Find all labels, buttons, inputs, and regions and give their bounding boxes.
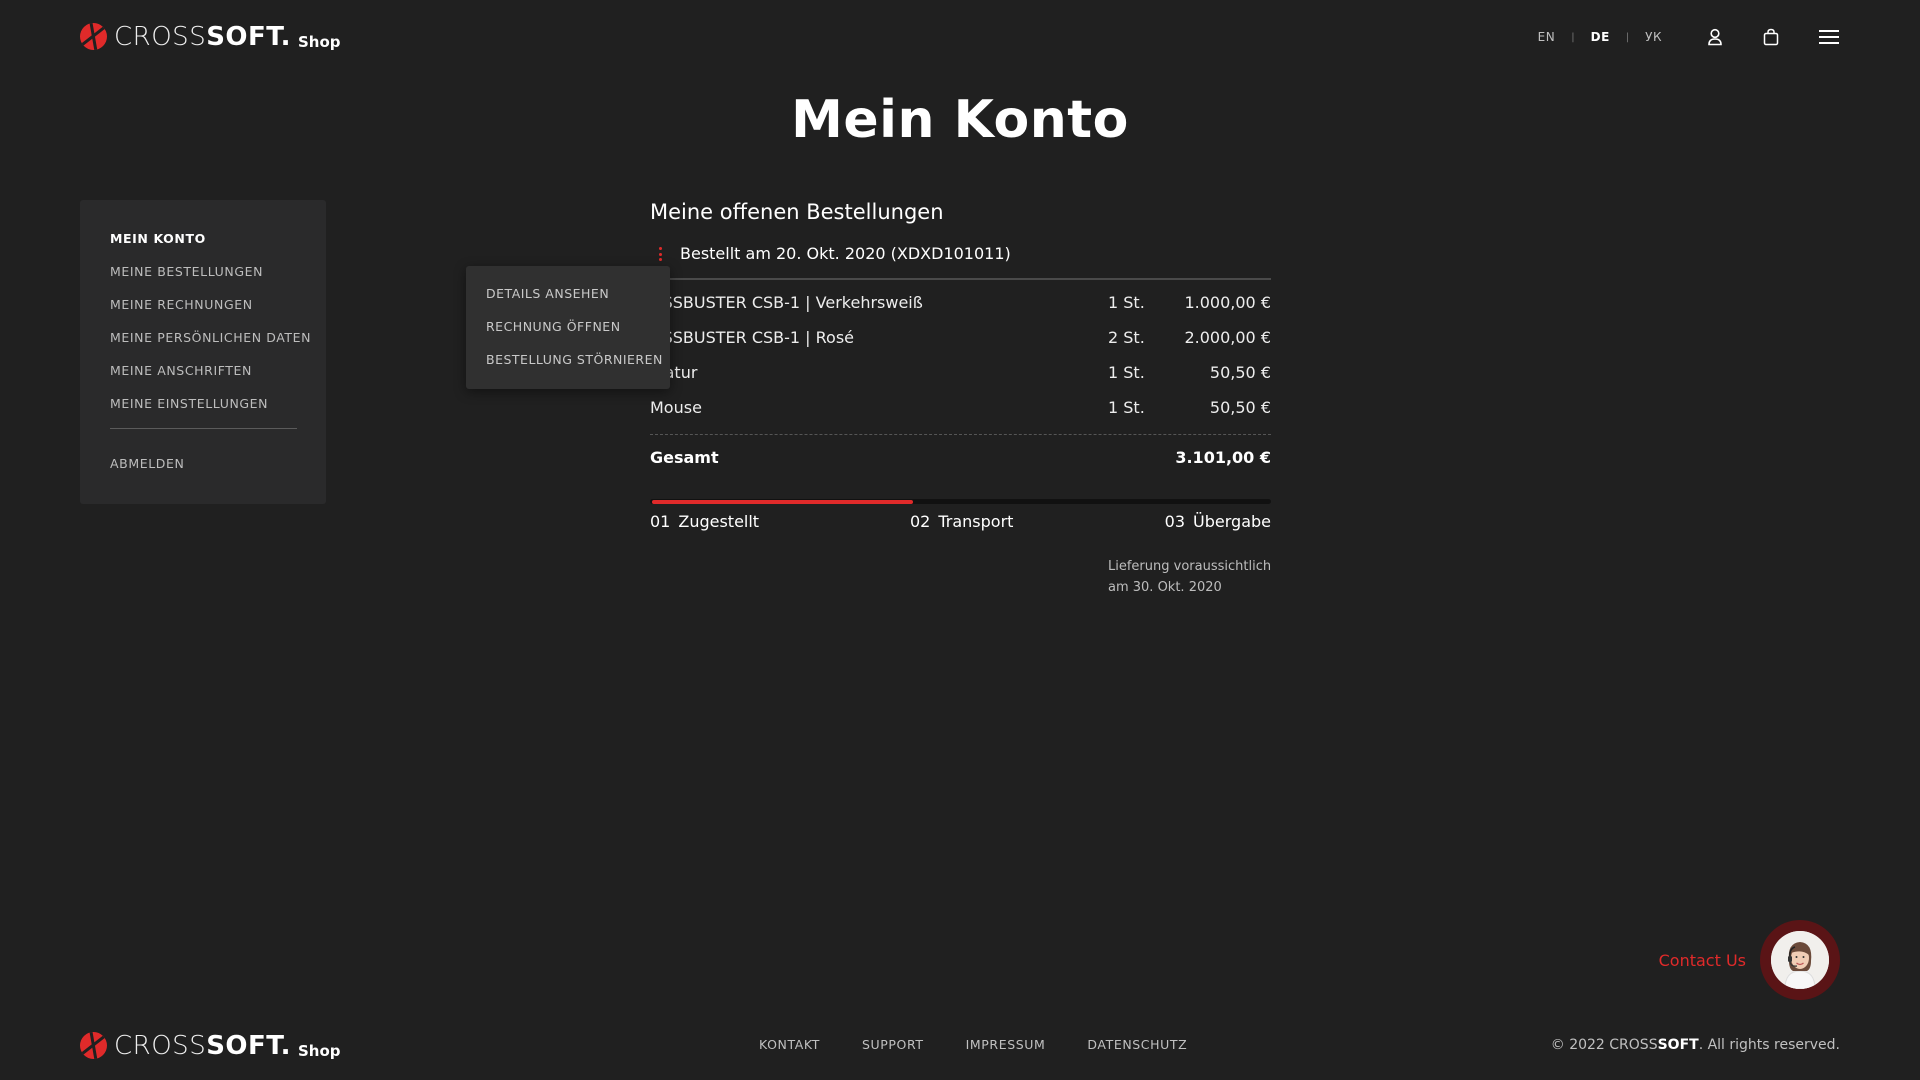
sidebar-item-bestellungen[interactable]: MEINE BESTELLUNGEN <box>110 263 296 296</box>
kebab-menu-icon[interactable] <box>658 247 662 261</box>
footer-links: KONTAKT SUPPORT IMPRESSUM DATENSCHUTZ <box>759 1037 1229 1052</box>
line-price: 50,50 € <box>1209 398 1271 417</box>
lang-en[interactable]: EN <box>1538 30 1556 44</box>
step-label: Zugestellt <box>678 512 760 531</box>
order-total: Gesamt 3.101,00 € <box>650 435 1271 475</box>
support-avatar-button[interactable] <box>1760 920 1840 1000</box>
footer-brand-logo[interactable]: CROSSSOFT. Shop <box>80 1027 341 1063</box>
step-number: 03 <box>1164 512 1186 531</box>
order-line: statur 1 St. 50,50 € <box>650 350 1271 385</box>
line-price: 2.000,00 € <box>1184 328 1271 347</box>
support-agent-avatar <box>1771 931 1829 989</box>
line-price: 50,50 € <box>1209 363 1271 382</box>
footer-link-impressum[interactable]: IMPRESSUM <box>966 1037 1046 1052</box>
order-header: Bestellt am 20. Okt. 2020 (XDXD101011) <box>650 244 1271 280</box>
brand-wordmark-light: CROSS <box>114 22 207 52</box>
brand-subtitle: Shop <box>297 33 341 51</box>
line-name: OSSBUSTER CSB-1 | Verkehrsweiß <box>650 293 923 312</box>
shopping-bag-icon[interactable] <box>1760 26 1782 48</box>
line-qty: 2 St. <box>1108 328 1145 347</box>
order-line: Mouse 1 St. 50,50 € <box>650 385 1271 420</box>
sidebar-item-einstellungen[interactable]: MEINE EINSTELLUNGEN <box>110 395 296 428</box>
step-label: Transport <box>938 512 1014 531</box>
page-title: Mein Konto <box>791 90 1129 150</box>
brand-wordmark: CROSSSOFT. <box>114 1029 291 1063</box>
delivery-progress-bar <box>650 499 1271 504</box>
brand-ball-icon <box>80 23 107 50</box>
sidebar-item-rechnungen[interactable]: MEINE RECHNUNGEN <box>110 296 296 329</box>
brand-subtitle: Shop <box>297 1042 341 1060</box>
step-uebergabe: 03 Übergabe <box>1165 512 1271 531</box>
step-zugestellt: 01 Zugestellt <box>650 512 759 531</box>
lang-de[interactable]: DE <box>1591 30 1610 44</box>
footer-link-support[interactable]: SUPPORT <box>862 1037 924 1052</box>
menu-item-cancel-order[interactable]: BESTELLUNG STÖRNIEREN <box>486 351 662 384</box>
brand-wordmark-light: CROSS <box>114 1031 207 1061</box>
logout-link[interactable]: ABMELDEN <box>110 456 296 471</box>
brand-wordmark-bold: SOFT. <box>206 22 291 52</box>
brand-logo[interactable]: CROSSSOFT. Shop <box>80 18 341 54</box>
step-number: 01 <box>650 512 671 531</box>
total-label: Gesamt <box>650 448 719 467</box>
delivery-progress-fill <box>652 500 913 504</box>
menu-item-details[interactable]: DETAILS ANSEHEN <box>486 285 650 318</box>
line-name: OSSBUSTER CSB-1 | Rosé <box>650 328 855 347</box>
brand-ball-icon <box>80 1032 107 1059</box>
header-actions: EN | DE | УК <box>1538 22 1840 52</box>
step-number: 02 <box>910 512 931 531</box>
line-price: 1.000,00 € <box>1184 293 1271 312</box>
footer-link-kontakt[interactable]: KONTAKT <box>759 1037 820 1052</box>
lang-separator: | <box>1625 31 1630 43</box>
step-label: Übergabe <box>1193 512 1271 531</box>
user-icon[interactable] <box>1704 26 1726 48</box>
sidebar-item-persoenliche-daten[interactable]: MEINE PERSÖNLICHEN DATEN <box>110 329 311 362</box>
copyright-suffix: . All rights reserved. <box>1698 1037 1840 1053</box>
site-header: CROSSSOFT. Shop EN | DE | УК <box>80 16 1840 56</box>
brand-wordmark-bold: SOFT. <box>206 1031 291 1061</box>
sidebar-item-mein-konto[interactable]: MEIN KONTO <box>110 230 296 263</box>
line-name: Mouse <box>650 398 702 417</box>
orders-title: Meine offenen Bestellungen <box>650 200 944 224</box>
open-orders-section: Meine offenen Bestellungen Bestellt am 2… <box>650 200 1271 595</box>
delivery-estimate-line2: am 30. Okt. 2020 <box>1108 580 1222 595</box>
delivery-estimate-line1: Lieferung voraussichtlich <box>1108 559 1272 574</box>
hamburger-menu-icon[interactable] <box>1818 26 1840 48</box>
line-qty: 1 St. <box>1108 293 1145 312</box>
line-qty: 1 St. <box>1108 398 1145 417</box>
copyright: © 2022 CROSSSOFT. All rights reserved. <box>1551 1037 1840 1053</box>
order-line: OSSBUSTER CSB-1 | Rosé 2 St. 2.000,00 € <box>650 315 1271 350</box>
order-label: Bestellt am 20. Okt. 2020 (XDXD101011) <box>680 244 1011 263</box>
sidebar-item-anschriften[interactable]: MEINE ANSCHRIFTEN <box>110 362 296 395</box>
footer-link-datenschutz[interactable]: DATENSCHUTZ <box>1087 1037 1187 1052</box>
delivery-estimate: Lieferung voraussichtlich am 30. Okt. 20… <box>1108 556 1288 598</box>
step-transport: 02 Transport <box>910 512 1013 531</box>
account-sidebar: MEIN KONTO MEINE BESTELLUNGEN MEINE RECH… <box>80 200 326 504</box>
delivery-steps: 01 Zugestellt 02 Transport 03 Übergabe <box>650 512 1271 542</box>
contact-us-link[interactable]: Contact Us <box>1659 951 1746 970</box>
lang-uk[interactable]: УК <box>1645 30 1662 44</box>
total-value: 3.101,00 € <box>1175 448 1271 467</box>
site-footer: CROSSSOFT. Shop KONTAKT SUPPORT IMPRESSU… <box>80 1027 1840 1063</box>
sidebar-divider <box>110 428 297 429</box>
copyright-prefix: © 2022 CROSS <box>1550 1037 1658 1053</box>
order-actions-menu: DETAILS ANSEHEN RECHNUNG ÖFFNEN BESTELLU… <box>466 266 670 389</box>
copyright-brand: SOFT <box>1657 1037 1699 1053</box>
brand-wordmark: CROSSSOFT. <box>114 20 291 54</box>
lang-separator: | <box>1571 31 1575 43</box>
contact-widget[interactable]: Contact Us <box>1659 920 1840 1000</box>
menu-item-open-invoice[interactable]: RECHNUNG ÖFFNEN <box>486 318 650 351</box>
line-qty: 1 St. <box>1108 363 1145 382</box>
order-line: OSSBUSTER CSB-1 | Verkehrsweiß 1 St. 1.0… <box>650 280 1271 315</box>
